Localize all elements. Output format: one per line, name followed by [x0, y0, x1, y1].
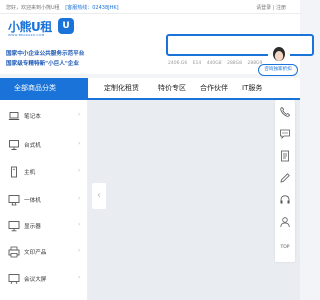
sidebar-item-printing[interactable]: 文印产品 › — [0, 240, 88, 264]
chevron-right-icon: › — [78, 221, 81, 228]
chevron-right-icon: › — [78, 274, 81, 281]
banner-carousel[interactable] — [88, 100, 300, 300]
search-box — [166, 34, 314, 56]
chevron-right-icon: › — [78, 167, 81, 174]
laptop-icon — [8, 112, 20, 120]
back-to-top-button[interactable]: TOP — [276, 245, 294, 250]
slogan-line-1: 国家中小企业公共服务示范平台 — [6, 51, 85, 57]
header: 小熊U租 WWW.BEARUZU.COM U 国家中小企业公共服务示范平台 国家… — [0, 14, 314, 76]
sidebar-item-monitor[interactable]: 显示器 › — [0, 214, 88, 238]
chevron-right-icon: › — [78, 111, 81, 118]
auth-links: 请登录 | 注册 — [256, 4, 286, 11]
nav-item-special-offers[interactable]: 特价专区 — [158, 78, 186, 98]
sidebar-item-label: 文印产品 — [24, 250, 47, 256]
sidebar-item-label: 一体机 — [24, 198, 41, 204]
sidebar-item-desktop[interactable]: 台式机 › — [0, 133, 88, 157]
chevron-right-icon: › — [78, 140, 81, 147]
top-bar: 您好，欢迎来到小熊U租 [客服热线：02438JHK] 请登录 | 注册 — [0, 0, 300, 14]
sidebar-item-label: 主机 — [24, 170, 36, 176]
monitor-icon — [8, 221, 20, 232]
welcome-message: 您好，欢迎来到小熊U租 — [6, 5, 60, 11]
sidebar-item-host[interactable]: 主机 › — [0, 160, 88, 184]
logo-badge: U — [58, 18, 74, 34]
nav-item-custom-rental[interactable]: 定制化租赁 — [104, 78, 139, 98]
sidebar-item-meeting-screen[interactable]: 会议大屏 › — [0, 267, 88, 291]
all-in-one-icon — [8, 195, 20, 206]
printer-icon — [8, 246, 20, 258]
floating-toolbar: TOP — [275, 100, 295, 262]
sidebar-item-label: 显示器 — [24, 224, 41, 230]
sidebar-item-label: 台式机 — [24, 143, 41, 149]
edit-icon[interactable] — [279, 172, 291, 184]
hot-keyword[interactable]: 2406.G6 — [168, 61, 187, 66]
register-link[interactable]: 注册 — [276, 5, 286, 11]
chevron-right-icon: › — [78, 195, 81, 202]
sidebar-item-label: 会议大屏 — [24, 277, 47, 283]
all-categories-button[interactable]: 全部商品分类 — [0, 78, 88, 98]
user-icon[interactable] — [279, 216, 291, 228]
chevron-right-icon: › — [78, 247, 81, 254]
search-input[interactable] — [168, 36, 312, 54]
document-icon[interactable] — [279, 150, 291, 162]
carousel-prev-button[interactable]: ‹ — [92, 183, 106, 209]
logo-url: WWW.BEARUZU.COM — [8, 33, 45, 37]
hot-keyword[interactable]: E14 — [193, 61, 202, 66]
category-sidebar: 笔记本 › 台式机 › 主机 › 一体机 › 显示器 › 文印产品 › 会议大屏… — [0, 100, 88, 300]
welcome-text: 您好，欢迎来到小熊U租 [客服热线：02438JHK] — [6, 4, 119, 11]
slogan-line-2: 国家级专精特新"小巨人"企业 — [6, 61, 79, 67]
hot-keyword[interactable]: 288G8 — [227, 61, 242, 66]
sidebar-item-all-in-one[interactable]: 一体机 › — [0, 188, 88, 212]
host-icon — [11, 166, 17, 178]
main-nav: 全部商品分类 定制化租赁 特价专区 合作伙伴 IT服务 — [0, 78, 300, 98]
hotline-label: [客服热线： — [65, 5, 93, 11]
auth-divider: | — [272, 5, 275, 11]
desktop-icon — [9, 140, 19, 150]
hotline-number: 02438JHK] — [92, 5, 119, 11]
consult-discount-button[interactable]: 咨询独家折扣 — [258, 64, 298, 76]
nav-item-partners[interactable]: 合作伙伴 — [200, 78, 228, 98]
hot-keyword[interactable]: 440G8 — [207, 61, 222, 66]
sidebar-item-laptop[interactable]: 笔记本 › — [0, 104, 88, 128]
login-link[interactable]: 请登录 — [256, 5, 271, 11]
phone-icon[interactable] — [279, 106, 291, 118]
headset-icon[interactable] — [279, 194, 291, 206]
chat-icon[interactable] — [279, 128, 291, 140]
nav-item-it-services[interactable]: IT服务 — [242, 78, 262, 98]
meeting-screen-icon — [8, 274, 20, 285]
sidebar-item-label: 笔记本 — [24, 114, 41, 120]
